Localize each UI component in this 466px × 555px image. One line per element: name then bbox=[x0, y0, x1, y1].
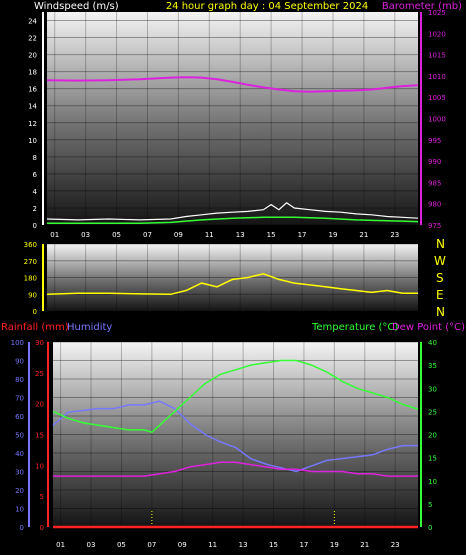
hour-tick-label: 11 bbox=[208, 541, 217, 549]
temperature-tick-label: 20 bbox=[428, 432, 437, 440]
barometer-tick-label: 1025 bbox=[428, 9, 446, 17]
humidity-tick-label: 10 bbox=[15, 506, 24, 514]
hour-tick-label: 09 bbox=[174, 231, 183, 239]
temperature-tick-label: 0 bbox=[428, 524, 432, 532]
hour-tick-label: 15 bbox=[267, 231, 276, 239]
humidity-tick-label: 100 bbox=[11, 339, 24, 347]
windspeed-tick-label: 14 bbox=[28, 103, 37, 111]
hour-tick-label: 03 bbox=[87, 541, 96, 549]
rainfall-tick-label: 5 bbox=[40, 493, 44, 501]
hour-tick-label: 17 bbox=[298, 231, 307, 239]
hour-tick-label: 13 bbox=[239, 541, 248, 549]
rainfall-axis-label: Rainfall (mm) bbox=[1, 322, 69, 333]
windspeed-tick-label: 8 bbox=[33, 154, 37, 162]
humidity-tick-label: 70 bbox=[15, 395, 24, 403]
humidity-tick-label: 0 bbox=[20, 524, 24, 532]
humidity-tick-label: 20 bbox=[15, 487, 24, 495]
rainfall-tick-label: 10 bbox=[35, 462, 44, 470]
rainfall-tick-label: 25 bbox=[35, 370, 44, 378]
hour-tick-label: 07 bbox=[143, 231, 152, 239]
windspeed-tick-label: 24 bbox=[28, 18, 37, 26]
windspeed-tick-label: 16 bbox=[28, 86, 37, 94]
barometer-tick-label: 990 bbox=[428, 158, 441, 166]
hour-tick-label: 21 bbox=[359, 231, 368, 239]
windspeed-tick-label: 22 bbox=[28, 35, 37, 43]
windspeed-tick-label: 12 bbox=[28, 120, 37, 128]
rainfall-tick-label: 0 bbox=[40, 524, 44, 532]
hour-tick-label: 21 bbox=[360, 541, 369, 549]
humidity-tick-label: 40 bbox=[15, 450, 24, 458]
hour-tick-label: 11 bbox=[205, 231, 214, 239]
humidity-axis-label: Humidity bbox=[67, 322, 112, 333]
windspeed-tick-label: 4 bbox=[33, 188, 38, 196]
temperature-tick-label: 35 bbox=[428, 362, 437, 370]
rainfall-tick-label: 15 bbox=[35, 432, 44, 440]
direction-tick-label: 0 bbox=[33, 308, 37, 316]
hour-tick-label: 05 bbox=[112, 231, 121, 239]
windspeed-tick-label: 18 bbox=[28, 69, 37, 77]
hour-tick-label: 01 bbox=[50, 231, 59, 239]
rainfall-tick-label: 20 bbox=[35, 401, 44, 409]
windspeed-tick-label: 2 bbox=[33, 205, 37, 213]
barometer-tick-label: 980 bbox=[428, 201, 441, 209]
hour-tick-label: 23 bbox=[391, 541, 400, 549]
hour-tick-label: 23 bbox=[390, 231, 399, 239]
temperature-tick-label: 40 bbox=[428, 339, 437, 347]
barometer-tick-label: 1020 bbox=[428, 30, 446, 38]
temperature-tick-label: 30 bbox=[428, 385, 437, 393]
humidity-tick-label: 30 bbox=[15, 469, 24, 477]
windspeed-tick-label: 6 bbox=[33, 171, 38, 179]
hour-tick-label: 15 bbox=[269, 541, 278, 549]
humidity-tick-label: 60 bbox=[15, 413, 24, 421]
hour-tick-label: 05 bbox=[117, 541, 126, 549]
barometer-tick-label: 995 bbox=[428, 137, 441, 145]
barometer-tick-label: 1000 bbox=[428, 116, 446, 124]
hour-tick-label: 13 bbox=[236, 231, 245, 239]
humidity-tick-label: 50 bbox=[15, 432, 24, 440]
temperature-tick-label: 10 bbox=[428, 478, 437, 486]
compass-label-s: S bbox=[436, 271, 444, 285]
barometer-tick-label: 1005 bbox=[428, 94, 446, 102]
direction-tick-label: 90 bbox=[28, 291, 37, 299]
barometer-tick-label: 1010 bbox=[428, 73, 446, 81]
windspeed-tick-label: 20 bbox=[28, 52, 37, 60]
hour-tick-label: 09 bbox=[178, 541, 187, 549]
temperature-tick-label: 25 bbox=[428, 408, 437, 416]
humidity-tick-label: 90 bbox=[15, 358, 24, 366]
direction-tick-label: 180 bbox=[24, 275, 37, 283]
direction-tick-label: 270 bbox=[24, 258, 37, 266]
compass-label-w: W bbox=[434, 254, 446, 268]
compass-labels: N W S E N bbox=[434, 237, 446, 319]
windspeed-tick-label: 10 bbox=[28, 137, 37, 145]
barometer-tick-label: 1015 bbox=[428, 52, 446, 60]
hour-tick-label: 01 bbox=[56, 541, 65, 549]
compass-label-e: E bbox=[436, 288, 444, 302]
hour-tick-label: 19 bbox=[329, 231, 338, 239]
direction-tick-label: 360 bbox=[24, 241, 37, 249]
windspeed-axis-label: Windspeed (m/s) bbox=[34, 1, 119, 12]
hour-tick-label: 17 bbox=[299, 541, 308, 549]
temperature-tick-label: 5 bbox=[428, 501, 432, 509]
hour-tick-label: 07 bbox=[147, 541, 156, 549]
wind-barometer-plot-area bbox=[47, 12, 418, 225]
humidity-tick-label: 80 bbox=[15, 376, 24, 384]
barometer-axis-label: Barometer (mb) bbox=[382, 1, 462, 12]
dewpoint-axis-label: Dew Point (°C) bbox=[392, 322, 465, 333]
compass-label-n-top: N bbox=[436, 237, 445, 251]
graph-title: 24 hour graph day : 04 September 2024 bbox=[166, 1, 368, 12]
compass-label-n-bottom: N bbox=[436, 305, 445, 319]
windspeed-tick-label: 0 bbox=[33, 222, 37, 230]
hour-tick-label: 19 bbox=[330, 541, 339, 549]
barometer-tick-label: 975 bbox=[428, 222, 441, 230]
barometer-tick-label: 985 bbox=[428, 179, 441, 187]
hour-tick-label: 03 bbox=[81, 231, 90, 239]
weather-graph: Windspeed (m/s) 24 hour graph day : 04 S… bbox=[1, 1, 465, 549]
rainfall-tick-label: 30 bbox=[35, 339, 44, 347]
temperature-axis-label: Temperature (°C) bbox=[311, 322, 398, 333]
temperature-tick-label: 15 bbox=[428, 455, 437, 463]
